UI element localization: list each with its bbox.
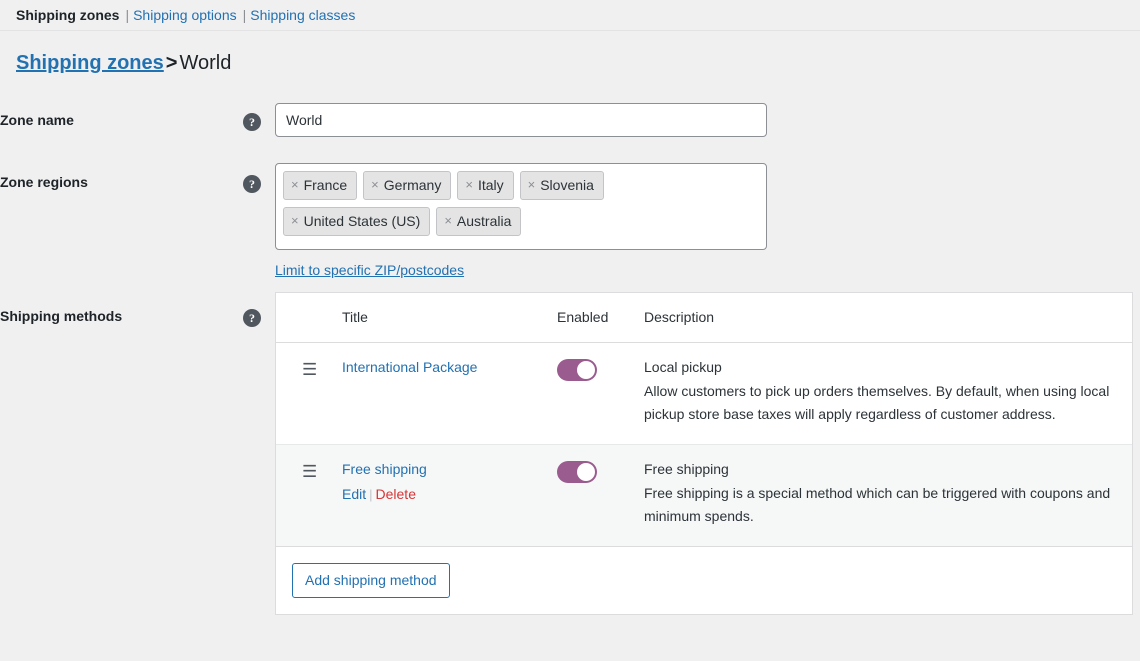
remove-token-icon[interactable]: × xyxy=(371,176,379,194)
form-row-shipping-methods: Shipping methods ? Title Enabled Descrip… xyxy=(0,278,1140,615)
limit-to-postcodes-link[interactable]: Limit to specific ZIP/postcodes xyxy=(275,262,464,278)
region-token-label: Germany xyxy=(383,177,442,193)
drag-handle-icon[interactable]: ☰ xyxy=(302,461,317,480)
shipping-methods-help-cell: ? xyxy=(243,278,275,615)
delete-method-link[interactable]: Delete xyxy=(376,486,416,502)
enabled-toggle[interactable] xyxy=(557,359,597,381)
add-shipping-method-button[interactable]: Add shipping method xyxy=(292,563,450,598)
settings-subnav: Shipping zones | Shipping options | Shipping… xyxy=(0,0,1140,26)
region-token-label: France xyxy=(303,177,348,193)
region-token-label: Slovenia xyxy=(540,177,594,193)
column-header-title: Title xyxy=(342,293,557,343)
region-token-label: United States (US) xyxy=(303,213,421,229)
subnav-link-shipping-options[interactable]: Shipping options xyxy=(133,7,237,23)
region-token[interactable]: × Australia xyxy=(436,207,522,236)
toggle-knob xyxy=(577,463,595,481)
column-header-sort xyxy=(276,293,342,343)
table-row: ☰ International Package Local pickup All… xyxy=(276,343,1132,445)
question-mark-icon[interactable]: ? xyxy=(243,175,261,193)
remove-token-icon[interactable]: × xyxy=(465,176,473,194)
method-description-body: Free shipping is a special method which … xyxy=(644,485,1111,524)
shipping-methods-panel: Title Enabled Description ☰ Internationa… xyxy=(275,292,1133,615)
row-actions-separator: | xyxy=(369,487,373,502)
remove-token-icon[interactable]: × xyxy=(528,176,536,194)
zone-name-label: Zone name xyxy=(0,112,74,128)
region-token[interactable]: × United States (US) xyxy=(283,207,431,236)
toggle-knob xyxy=(577,361,595,379)
form-row-zone-regions: Zone regions ? × France × Germany × Italy × Slo… xyxy=(0,137,1140,278)
row-description-cell: Local pickup Allow customers to pick up … xyxy=(644,343,1132,445)
subnav-link-shipping-classes[interactable]: Shipping classes xyxy=(250,7,355,23)
zone-name-field-cell xyxy=(275,76,1140,137)
row-sort-cell: ☰ xyxy=(276,343,342,445)
zone-regions-token-input[interactable]: × France × Germany × Italy × Slovenia × United St… xyxy=(275,163,767,250)
method-description-body: Allow customers to pick up orders themse… xyxy=(644,383,1110,422)
region-token[interactable]: × France xyxy=(283,171,358,200)
drag-handle-icon[interactable]: ☰ xyxy=(302,359,317,378)
method-title-link[interactable]: Free shipping xyxy=(342,461,427,477)
region-token[interactable]: × Italy xyxy=(457,171,514,200)
remove-token-icon[interactable]: × xyxy=(291,212,299,230)
shipping-zone-form: Zone name ? Zone regions ? ×France×Germa… xyxy=(0,76,1140,615)
zone-regions-field-cell: × France × Germany × Italy × Slovenia × United St… xyxy=(275,137,1140,278)
enabled-toggle[interactable] xyxy=(557,461,597,483)
remove-token-icon[interactable]: × xyxy=(444,212,452,230)
method-description-title: Free shipping xyxy=(644,461,729,477)
region-token[interactable]: × Germany xyxy=(363,171,452,200)
form-row-zone-name: Zone name ? xyxy=(0,76,1140,137)
subnav-current-shipping-zones[interactable]: Shipping zones xyxy=(16,7,119,23)
remove-token-icon[interactable]: × xyxy=(291,176,299,194)
question-mark-icon[interactable]: ? xyxy=(243,309,261,327)
breadcrumb: Shipping zones > World xyxy=(16,50,1140,76)
subnav-separator-1: | xyxy=(125,7,130,23)
row-sort-cell: ☰ xyxy=(276,444,342,546)
row-actions: Edit | Delete xyxy=(342,486,557,502)
row-title-cell: International Package xyxy=(342,343,557,445)
shipping-methods-table: Title Enabled Description ☰ Internationa… xyxy=(276,293,1132,546)
row-title-cell: Free shipping Edit | Delete xyxy=(342,444,557,546)
question-mark-icon[interactable]: ? xyxy=(243,113,261,131)
subnav-divider xyxy=(0,30,1140,31)
row-description-cell: Free shipping Free shipping is a special… xyxy=(644,444,1132,546)
row-enabled-cell xyxy=(557,343,644,445)
region-token[interactable]: × Slovenia xyxy=(519,171,604,200)
zone-regions-label: Zone regions xyxy=(0,174,88,190)
table-header-row: Title Enabled Description xyxy=(276,293,1132,343)
column-header-enabled: Enabled xyxy=(557,293,644,343)
breadcrumb-separator: > xyxy=(165,52,178,74)
subnav-separator-2: | xyxy=(242,7,247,23)
shipping-methods-field-cell: Title Enabled Description ☰ Internationa… xyxy=(275,278,1140,615)
edit-method-link[interactable]: Edit xyxy=(342,486,366,502)
method-description-title: Local pickup xyxy=(644,359,722,375)
zone-name-help-cell: ? xyxy=(243,76,275,137)
row-enabled-cell xyxy=(557,444,644,546)
breadcrumb-link-shipping-zones[interactable]: Shipping zones xyxy=(16,52,164,74)
zone-name-input[interactable] xyxy=(275,103,767,137)
column-header-description: Description xyxy=(644,293,1132,343)
region-token-label: Italy xyxy=(477,177,504,193)
shipping-methods-footer: Add shipping method xyxy=(276,546,1132,614)
region-token-label: Australia xyxy=(456,213,512,229)
breadcrumb-current-zone: World xyxy=(179,52,232,74)
shipping-methods-label: Shipping methods xyxy=(0,308,123,324)
method-title-link[interactable]: International Package xyxy=(342,359,477,375)
table-row: ☰ Free shipping Edit | Delete Free shipp… xyxy=(276,444,1132,546)
zone-regions-help-cell: ? xyxy=(243,137,275,278)
